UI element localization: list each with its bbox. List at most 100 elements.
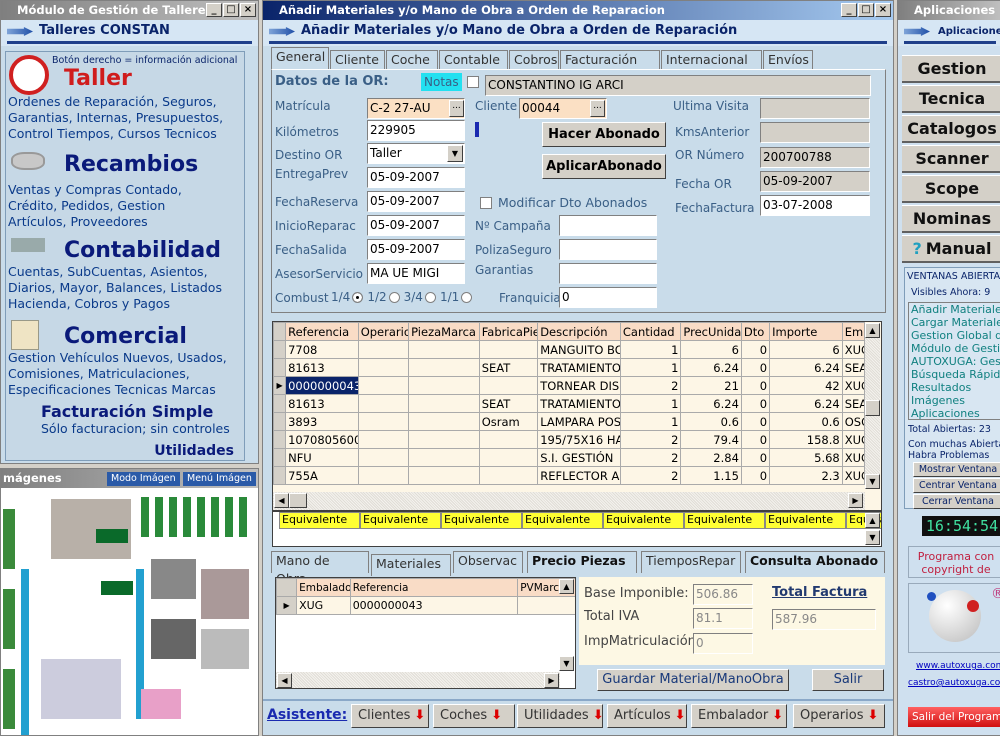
open-window-item[interactable]: Resultados xyxy=(911,381,1000,394)
column-header[interactable]: Importe xyxy=(769,322,843,341)
grid-cell[interactable]: 2 xyxy=(619,466,682,485)
grid-cell[interactable]: 1.15 xyxy=(680,466,742,485)
grid-cell[interactable]: 0 xyxy=(740,376,771,395)
grid-cell[interactable] xyxy=(357,358,410,377)
guardar-button[interactable]: Guardar Material/ManoObra xyxy=(597,669,789,691)
column-header[interactable]: Descripción xyxy=(537,322,621,341)
grid-cell[interactable]: 81613 xyxy=(285,394,359,413)
maximize-button[interactable]: □ xyxy=(858,3,874,17)
tab-observac[interactable]: Observac xyxy=(453,551,523,573)
grid-cell[interactable]: XUG xyxy=(841,376,866,395)
aplicar-abonado-button[interactable]: AplicarAbonado xyxy=(542,154,666,179)
hscroll-thumb[interactable] xyxy=(289,493,307,508)
grid-cell[interactable]: 158.8 xyxy=(769,430,843,449)
equivalente-column[interactable]: Equivalente xyxy=(522,512,603,529)
radio-button[interactable] xyxy=(424,292,436,303)
table-row[interactable]: NFU S.I. GESTIÓN22.8405.68XUG xyxy=(273,448,866,467)
table-row[interactable]: 755A REFLECTOR A21.1502.3XUG xyxy=(273,466,866,485)
grid-cell[interactable]: 1 xyxy=(619,358,682,377)
row-selector[interactable] xyxy=(273,466,287,485)
table-row[interactable]: ▶XUG0000000043021 xyxy=(276,596,575,615)
fecha-factura-field[interactable]: 03-07-2008 xyxy=(760,195,870,216)
grid-cell[interactable]: 1 xyxy=(619,412,682,431)
tab-cobros[interactable]: Cobros xyxy=(509,50,559,70)
grid-cell[interactable] xyxy=(357,412,410,431)
row-selector[interactable] xyxy=(273,430,287,449)
garantias-field[interactable] xyxy=(559,263,657,284)
column-header[interactable]: Operario xyxy=(357,322,410,341)
asesor-field[interactable]: MA UE MIGI xyxy=(367,263,465,284)
grid-cell[interactable]: SEAT xyxy=(478,394,539,413)
grid-cell[interactable]: XUG xyxy=(296,596,351,615)
table-row[interactable]: ▶0000000043 TORNEAR DIS221042XUG xyxy=(273,376,866,395)
grid-cell[interactable]: TRATAMIENTO xyxy=(537,394,621,413)
grid-cell[interactable] xyxy=(357,376,410,395)
grid-cell[interactable]: 21 xyxy=(680,376,742,395)
column-header[interactable]: Embalador xyxy=(841,322,866,341)
row-selector[interactable] xyxy=(273,358,287,377)
contabilidad-link[interactable]: Contabilidad xyxy=(64,238,221,263)
grid-cell[interactable]: TORNEAR DIS xyxy=(537,376,621,395)
scroll-down-button[interactable]: ▼ xyxy=(559,656,574,671)
cliente-lookup-button[interactable]: ... xyxy=(590,100,605,117)
grid-cell[interactable]: XUG xyxy=(841,448,866,467)
scroll-left-button[interactable]: ◀ xyxy=(277,673,292,688)
minimize-button[interactable]: _ xyxy=(841,3,857,17)
grid-cell[interactable]: 0000000043 xyxy=(285,376,359,395)
grid-cell[interactable]: 2.84 xyxy=(680,448,742,467)
hacer-abonado-button[interactable]: Hacer Abonado xyxy=(542,122,666,147)
grid-cell[interactable] xyxy=(408,448,480,467)
facturacion-simple-link[interactable]: Facturación Simple xyxy=(41,402,213,421)
grid-cell[interactable] xyxy=(408,376,480,395)
table-row[interactable]: 81613SEATTRATAMIENTO16.2406.24SEAT xyxy=(273,394,866,413)
equivalente-column[interactable]: Equivalente xyxy=(441,512,522,529)
combust-option[interactable]: 1/2 xyxy=(367,290,400,304)
close-button[interactable]: × xyxy=(240,3,256,17)
salida-field[interactable]: 05-09-2007 xyxy=(367,239,465,260)
grid-cell[interactable]: SEAT xyxy=(841,394,866,413)
column-header[interactable]: PiezaMarca xyxy=(408,322,480,341)
scroll-right-button[interactable]: ▶ xyxy=(544,673,559,688)
campana-field[interactable] xyxy=(559,215,657,236)
column-header[interactable]: PrecUnidad xyxy=(680,322,742,341)
scroll-right-button[interactable]: ▶ xyxy=(848,493,863,508)
tab-facturación[interactable]: Facturación xyxy=(560,50,660,70)
column-header[interactable]: Dto xyxy=(740,322,771,341)
table-row[interactable]: 3893OsramLAMPARA POS10.600.6OSC xyxy=(273,412,866,431)
grid-cell[interactable]: 81613 xyxy=(285,358,359,377)
tab-contable[interactable]: Contable xyxy=(439,50,508,70)
grid-cell[interactable]: LAMPARA POS xyxy=(537,412,621,431)
grid-cell[interactable]: 0 xyxy=(740,340,771,359)
tab-materiales[interactable]: Materiales xyxy=(371,554,451,576)
open-window-item[interactable]: Gestion Global de xyxy=(911,329,1000,342)
grid-cell[interactable]: 0 xyxy=(740,358,771,377)
equivalente-column[interactable]: Equivalente xyxy=(684,512,765,529)
grid-cell[interactable]: 5.68 xyxy=(769,448,843,467)
open-window-item[interactable]: Módulo de Gestión xyxy=(911,342,1000,355)
tab-envíos[interactable]: Envíos xyxy=(763,50,813,70)
tab-general[interactable]: General xyxy=(271,47,329,70)
matricula-lookup-button[interactable]: ... xyxy=(449,100,464,117)
close-button[interactable]: × xyxy=(875,3,891,17)
combust-option[interactable]: 3/4 xyxy=(404,290,436,304)
grid-cell[interactable]: XUG xyxy=(841,466,866,485)
tab-tiemposrepar[interactable]: TiemposRepar xyxy=(641,551,741,573)
open-window-item[interactable]: Búsqueda Rápida xyxy=(911,368,1000,381)
radio-button[interactable] xyxy=(352,292,364,303)
website-link[interactable]: www.autoxuga.com xyxy=(916,661,1000,671)
grid-cell[interactable]: 0 xyxy=(740,394,771,413)
column-header[interactable]: Embalador xyxy=(296,578,351,597)
grid-cell[interactable] xyxy=(357,340,410,359)
table-row[interactable]: 7708MANGUITO BO1606XUG xyxy=(273,340,866,359)
horizontal-scrollbar[interactable] xyxy=(276,672,560,688)
app-scope-button[interactable]: Scope xyxy=(902,175,1000,203)
column-header[interactable]: Cantidad xyxy=(619,322,682,341)
chevron-down-icon[interactable]: ▼ xyxy=(447,145,463,162)
email-link[interactable]: castro@autoxuga.com xyxy=(908,678,1000,688)
open-window-item[interactable]: AUTOXUGA: Ges xyxy=(911,355,1000,368)
combust-option[interactable]: 1/4 xyxy=(331,290,364,304)
grid-cell[interactable]: MANGUITO BO xyxy=(537,340,621,359)
grid-cell[interactable]: 0 xyxy=(740,430,771,449)
grid-cell[interactable]: 6.24 xyxy=(769,358,843,377)
grid-cell[interactable] xyxy=(478,466,539,485)
